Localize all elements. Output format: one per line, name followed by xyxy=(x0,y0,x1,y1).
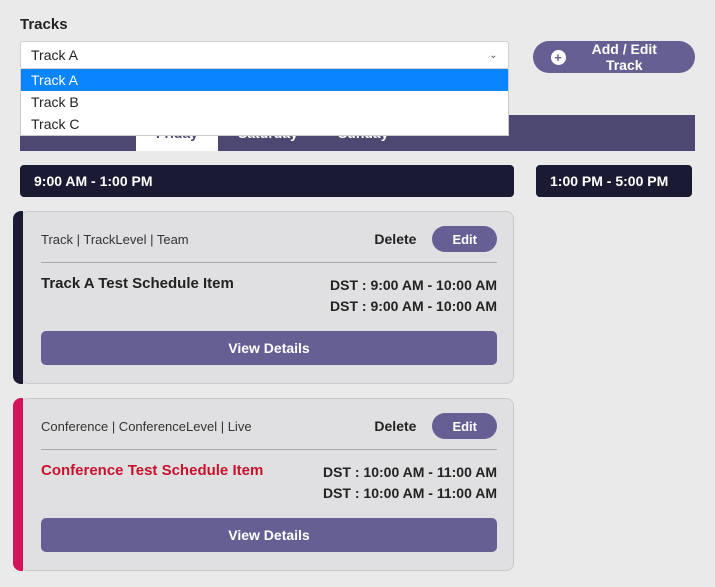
card-time-line: DST : 10:00 AM - 11:00 AM xyxy=(323,462,497,483)
tracks-label: Tracks xyxy=(20,16,695,33)
schedule-card: Conference | ConferenceLevel | Live Dele… xyxy=(20,398,514,571)
edit-button[interactable]: Edit xyxy=(432,413,497,439)
card-time-line: DST : 9:00 AM - 10:00 AM xyxy=(330,296,497,317)
edit-button[interactable]: Edit xyxy=(432,226,497,252)
schedule-card: Track | TrackLevel | Team Delete Edit Tr… xyxy=(20,211,514,384)
tracks-dropdown: Track A Track B Track C xyxy=(20,69,509,136)
tracks-option-c[interactable]: Track C xyxy=(21,113,508,135)
tracks-select-wrap: Track A ⌄ Track A Track B Track C xyxy=(20,41,509,69)
timeslot-header-morning: 9:00 AM - 1:00 PM xyxy=(20,165,514,197)
delete-button[interactable]: Delete xyxy=(374,418,416,434)
add-edit-track-label: Add / Edit Track xyxy=(572,41,677,73)
tracks-select-value: Track A xyxy=(31,47,78,63)
plus-circle-icon: + xyxy=(551,50,566,65)
view-details-button[interactable]: View Details xyxy=(41,331,497,365)
view-details-button[interactable]: View Details xyxy=(41,518,497,552)
card-meta: Track | TrackLevel | Team xyxy=(41,232,189,247)
timeslot-header-afternoon: 1:00 PM - 5:00 PM xyxy=(536,165,692,197)
card-time-line: DST : 10:00 AM - 11:00 AM xyxy=(323,483,497,504)
card-accent xyxy=(13,398,23,571)
chevron-down-icon: ⌄ xyxy=(489,50,497,61)
add-edit-track-button[interactable]: + Add / Edit Track xyxy=(533,41,695,73)
card-times: DST : 10:00 AM - 11:00 AM DST : 10:00 AM… xyxy=(323,462,497,504)
card-accent xyxy=(13,211,23,384)
tracks-select[interactable]: Track A ⌄ xyxy=(20,41,509,69)
card-times: DST : 9:00 AM - 10:00 AM DST : 9:00 AM -… xyxy=(330,275,497,317)
tracks-option-a[interactable]: Track A xyxy=(21,69,508,91)
card-title: Conference Test Schedule Item xyxy=(41,462,263,479)
card-meta: Conference | ConferenceLevel | Live xyxy=(41,419,252,434)
card-time-line: DST : 9:00 AM - 10:00 AM xyxy=(330,275,497,296)
delete-button[interactable]: Delete xyxy=(374,231,416,247)
tracks-option-b[interactable]: Track B xyxy=(21,91,508,113)
card-title: Track A Test Schedule Item xyxy=(41,275,234,292)
